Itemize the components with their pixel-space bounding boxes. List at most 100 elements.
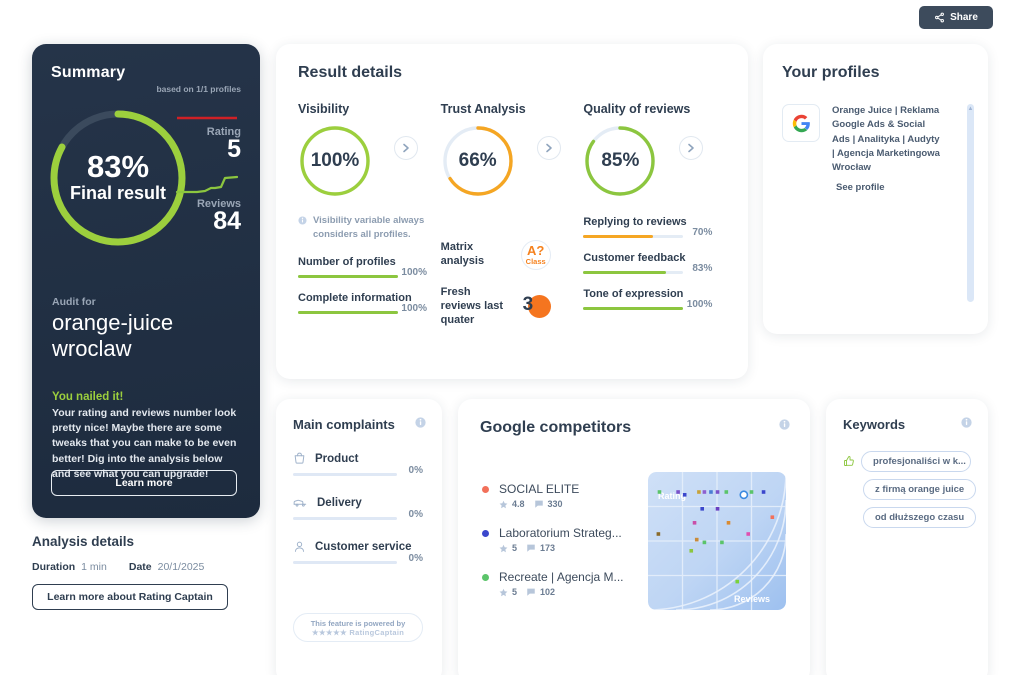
- bar-customer-feedback: Customer feedback 83%: [583, 252, 726, 274]
- share-icon: [934, 12, 945, 23]
- scatter-point: [697, 490, 701, 494]
- bar-value: 70%: [692, 227, 713, 238]
- trust-details-button[interactable]: [536, 136, 561, 160]
- fresh-reviews-label: Fresh reviews last quater: [440, 286, 504, 326]
- google-competitors-title: Google competitors: [480, 419, 632, 436]
- scatter-point: [702, 490, 707, 494]
- scatter-point: [735, 579, 740, 584]
- your-profiles-card: Your profiles Orange Juice | Reklama Goo…: [763, 44, 988, 334]
- analysis-details: Analysis details Duration 1 min Date 20/…: [32, 534, 260, 610]
- complaint-product: Product 0%: [293, 452, 425, 476]
- google-competitors-card: Google competitors SOCIAL ELITE 4.8 330: [458, 399, 810, 675]
- audit-for-label: Audit for: [52, 296, 96, 308]
- final-result-value: 83%: [86, 149, 150, 184]
- visibility-value: 100%: [310, 150, 360, 171]
- competitor-item[interactable]: Recreate | Agencja M... 5 102: [482, 570, 624, 597]
- truck-icon: [293, 499, 307, 507]
- scatter-point: [676, 490, 680, 494]
- final-result-label: Final result: [69, 183, 167, 203]
- reviews-value: 84: [213, 207, 241, 235]
- bar-complete-information: Complete information 100%: [298, 292, 441, 314]
- duration-label: Duration: [32, 561, 76, 573]
- info-icon: [298, 216, 307, 225]
- complaint-label: Product: [315, 452, 359, 465]
- scatter-point-highlight: [739, 490, 749, 500]
- keyword-chip[interactable]: od dłuższego czasu: [863, 507, 977, 528]
- competitor-color-dot: [482, 573, 489, 581]
- competitor-color-dot: [482, 529, 489, 537]
- profiles-scrollbar[interactable]: ▲: [967, 104, 974, 302]
- scatter-point: [682, 493, 687, 497]
- verdict-title: You nailed it!: [52, 391, 124, 403]
- competitor-color-dot: [482, 485, 489, 493]
- visibility-details-button[interactable]: [394, 136, 418, 160]
- keyword-chip[interactable]: profesjonaliści w k...: [861, 451, 971, 472]
- competitor-reviews: 173: [540, 543, 556, 553]
- powered-by-badge: This feature is powered by ★★★★★ RatingC…: [293, 613, 423, 642]
- complaint-label: Delivery: [317, 496, 362, 509]
- scatter-x-label: Reviews: [734, 594, 770, 604]
- left-column: Summary based on 1/1 profiles 83% Final …: [32, 44, 260, 610]
- duration-value: 1 min: [81, 561, 107, 573]
- profile-name: Orange Juice | Reklama Google Ads & Soci…: [832, 105, 940, 173]
- date-value: 20/1/2025: [157, 561, 205, 573]
- competitor-list: SOCIAL ELITE 4.8 330 Laboratorium Strate…: [482, 482, 624, 614]
- quality-value: 85%: [601, 150, 640, 171]
- analysis-details-title: Analysis details: [32, 534, 135, 549]
- matrix-analysis-row: Matrix analysis A? Class: [441, 240, 584, 270]
- competitor-item[interactable]: SOCIAL ELITE 4.8 330: [482, 482, 624, 509]
- competitor-rating: 5: [512, 543, 518, 553]
- summary-stats: Rating 5 Reviews 84: [175, 112, 241, 234]
- audit-dashboard: Share Summary based on 1/1 profiles 83% …: [0, 0, 1016, 675]
- info-icon[interactable]: [961, 417, 972, 428]
- see-profile-link[interactable]: See profile: [832, 182, 944, 193]
- learn-more-button[interactable]: Learn more: [51, 470, 237, 496]
- complaint-label: Customer service: [315, 540, 412, 553]
- bar-value: 83%: [692, 263, 713, 274]
- main-complaints-card: Main complaints Product 0% Delivery 0% C…: [276, 399, 442, 675]
- scatter-point: [746, 532, 751, 536]
- powered-by-line1: This feature is powered by: [310, 618, 406, 628]
- keyword-chip[interactable]: z firmą orange juice: [863, 479, 977, 500]
- star-icon: [499, 588, 508, 596]
- keywords-title: Keywords: [843, 417, 906, 432]
- audit-name: orange-juice wroclaw: [52, 310, 174, 361]
- learn-more-rating-captain-button[interactable]: Learn more about Rating Captain: [32, 584, 228, 610]
- matrix-analysis-label: Matrix analysis: [440, 241, 485, 267]
- metric-quality-title: Quality of reviews: [583, 102, 691, 116]
- metric-trust-analysis: Trust Analysis 66% Matrix analysis A? Cl…: [441, 102, 584, 327]
- complaint-value: 0%: [408, 553, 423, 564]
- matrix-class-grade: A?: [527, 243, 545, 258]
- info-icon[interactable]: [779, 419, 790, 430]
- quality-details-button[interactable]: [679, 136, 704, 160]
- scatter-point: [694, 537, 699, 542]
- result-details-card: Result details Visibility 100% Visibilit…: [276, 44, 748, 379]
- competitor-name: Laboratorium Strateg...: [499, 526, 622, 540]
- comment-icon: [527, 544, 535, 552]
- comment-icon: [534, 500, 543, 508]
- chevron-right-icon: [688, 143, 695, 153]
- scatter-point: [720, 540, 724, 545]
- user-icon: [294, 541, 305, 552]
- bar-value: 100%: [401, 266, 427, 278]
- basket-icon: [294, 452, 305, 464]
- competitor-name: Recreate | Agencja M...: [499, 570, 624, 584]
- main-complaints-title: Main complaints: [293, 417, 395, 432]
- scatter-point: [761, 490, 766, 494]
- rating-value: 5: [227, 135, 241, 163]
- metric-trust-title: Trust Analysis: [440, 102, 526, 116]
- competitor-name: SOCIAL ELITE: [499, 482, 580, 496]
- share-button[interactable]: Share: [919, 6, 993, 29]
- scatter-point: [700, 507, 705, 511]
- scatter-point: [724, 490, 729, 494]
- thumbs-up-icon: [844, 456, 854, 466]
- reviews-sparkline: [175, 175, 239, 194]
- competitor-item[interactable]: Laboratorium Strateg... 5 173: [482, 526, 624, 553]
- competitor-reviews: 330: [547, 499, 563, 509]
- info-icon[interactable]: [415, 417, 426, 428]
- visibility-note: Visibility variable always considers all…: [298, 214, 433, 242]
- scatter-point: [709, 490, 713, 494]
- final-result-donut: 83% Final result: [44, 104, 192, 252]
- powered-by-line2: ★★★★★ RatingCaptain: [311, 627, 405, 637]
- fresh-reviews-count: 3: [522, 293, 534, 315]
